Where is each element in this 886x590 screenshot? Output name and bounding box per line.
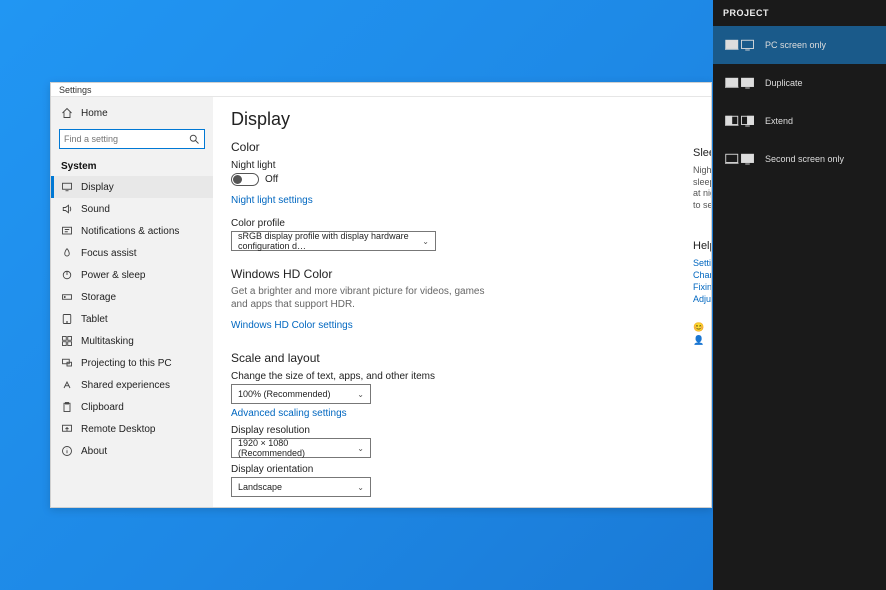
res-label: Display resolution: [231, 425, 693, 436]
pc-screen-only-icon: [725, 36, 755, 54]
feedback-icon: 😊: [693, 322, 703, 332]
color-profile-label: Color profile: [231, 218, 693, 229]
scale-link[interactable]: Advanced scaling settings: [231, 408, 693, 419]
res-select[interactable]: 1920 × 1080 (Recommended) ⌄: [231, 438, 371, 458]
help-link[interactable]: Chan: [693, 270, 711, 280]
home-label: Home: [81, 108, 108, 119]
search-icon: [188, 133, 200, 145]
about-icon: [61, 445, 73, 457]
scale-select[interactable]: 100% (Recommended) ⌄: [231, 384, 371, 404]
nav-multitasking[interactable]: Multitasking: [51, 330, 213, 352]
person-icon: 👤: [693, 335, 703, 345]
home-button[interactable]: Home: [51, 103, 213, 123]
project-duplicate[interactable]: Duplicate: [713, 64, 886, 102]
hd-header: Windows HD Color: [231, 267, 693, 281]
nav-list: Display Sound Notifications & actions Fo…: [51, 176, 213, 462]
power-icon: [61, 269, 73, 281]
nav-display[interactable]: Display: [51, 176, 213, 198]
scale-header: Scale and layout: [231, 351, 693, 365]
settings-window: Settings Home System Display Sound Notif…: [50, 82, 712, 508]
help-link[interactable]: Setti: [693, 258, 711, 268]
nav-shared[interactable]: Shared experiences: [51, 374, 213, 396]
project-flyout: PROJECT PC screen only Duplicate Extend …: [713, 0, 886, 590]
hd-desc: Get a brighter and more vibrant picture …: [231, 285, 491, 311]
nav-sound[interactable]: Sound: [51, 198, 213, 220]
nav-focus[interactable]: Focus assist: [51, 242, 213, 264]
nav-power[interactable]: Power & sleep: [51, 264, 213, 286]
night-light-state: Off: [265, 174, 278, 185]
hd-link[interactable]: Windows HD Color settings: [231, 320, 353, 331]
home-icon: [61, 107, 73, 119]
sidebar: Home System Display Sound Notifications …: [51, 97, 213, 507]
sleep-header: Sleep: [693, 147, 711, 159]
night-light-link[interactable]: Night light settings: [231, 195, 313, 206]
tablet-icon: [61, 313, 73, 325]
chevron-down-icon: ⌄: [357, 444, 364, 453]
color-header: Color: [231, 140, 693, 154]
night-light-label: Night light: [231, 160, 693, 171]
search-box[interactable]: [59, 129, 205, 149]
scale-label: Change the size of text, apps, and other…: [231, 371, 693, 382]
project-second-screen-only[interactable]: Second screen only: [713, 140, 886, 178]
nav-projecting[interactable]: Projecting to this PC: [51, 352, 213, 374]
project-pc-screen-only[interactable]: PC screen only: [713, 26, 886, 64]
section-label: System: [51, 155, 213, 176]
night-light-toggle[interactable]: [231, 173, 259, 186]
remote-icon: [61, 423, 73, 435]
sound-icon: [61, 203, 73, 215]
notifications-icon: [61, 225, 73, 237]
window-title: Settings: [59, 85, 92, 95]
chevron-down-icon: ⌄: [357, 483, 364, 492]
second-screen-only-icon: [725, 150, 755, 168]
nav-notifications[interactable]: Notifications & actions: [51, 220, 213, 242]
project-extend[interactable]: Extend: [713, 102, 886, 140]
content-pane: Display Color Night light Off Night ligh…: [213, 97, 711, 507]
nav-clipboard[interactable]: Clipboard: [51, 396, 213, 418]
chevron-down-icon: ⌄: [422, 237, 429, 246]
extend-icon: [725, 112, 755, 130]
orient-select[interactable]: Landscape ⌄: [231, 477, 371, 497]
focus-icon: [61, 247, 73, 259]
search-input[interactable]: [64, 134, 188, 144]
page-title: Display: [231, 109, 693, 130]
sleep-text: Nigh sleep at nig to set: [693, 165, 711, 212]
chevron-down-icon: ⌄: [357, 390, 364, 399]
clipboard-icon: [61, 401, 73, 413]
color-profile-select[interactable]: sRGB display profile with display hardwa…: [231, 231, 436, 251]
help-link[interactable]: Fixin: [693, 282, 711, 292]
shared-icon: [61, 379, 73, 391]
help-link[interactable]: Adju: [693, 294, 711, 304]
duplicate-icon: [725, 74, 755, 92]
projecting-icon: [61, 357, 73, 369]
multitasking-icon: [61, 335, 73, 347]
feedback-row[interactable]: 👤: [693, 335, 711, 345]
display-icon: [61, 181, 73, 193]
orient-label: Display orientation: [231, 464, 693, 475]
nav-storage[interactable]: Storage: [51, 286, 213, 308]
help-header: Help: [693, 240, 711, 252]
titlebar: Settings: [51, 83, 711, 97]
nav-about[interactable]: About: [51, 440, 213, 462]
storage-icon: [61, 291, 73, 303]
project-header: PROJECT: [713, 0, 886, 26]
side-column: Sleep Nigh sleep at nig to set Help Sett…: [693, 147, 711, 348]
feedback-row[interactable]: 😊: [693, 322, 711, 332]
nav-remote[interactable]: Remote Desktop: [51, 418, 213, 440]
nav-tablet[interactable]: Tablet: [51, 308, 213, 330]
